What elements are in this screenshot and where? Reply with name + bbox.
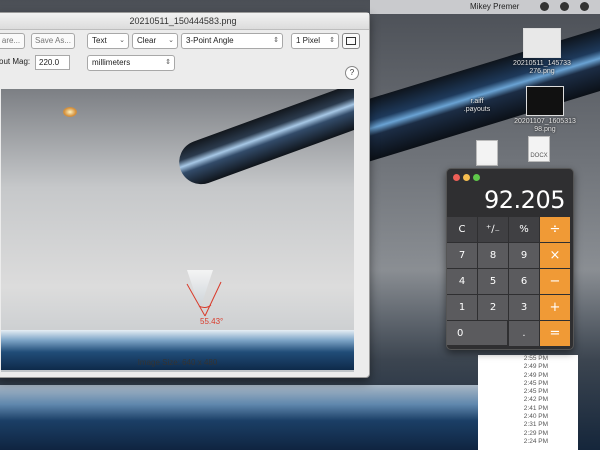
- file-thumbnail: [523, 28, 561, 58]
- share-button[interactable]: are...: [0, 33, 25, 49]
- digit-4-key[interactable]: 4: [447, 269, 478, 295]
- file-thumbnail: [526, 86, 564, 116]
- digit-2-key[interactable]: 2: [478, 295, 509, 321]
- text-select-value: Text: [92, 36, 107, 45]
- divide-key[interactable]: ÷: [540, 217, 571, 243]
- digit-8-key[interactable]: 8: [478, 243, 509, 269]
- time-entry: 2:31 PM: [523, 421, 548, 429]
- desktop-file-2[interactable]: 20201107_1605313 98.png: [505, 86, 585, 134]
- time-entry: 2:45 PM: [523, 379, 548, 387]
- chevron-down-icon: ⌄: [168, 37, 174, 44]
- percent-key[interactable]: %: [509, 217, 540, 243]
- tool-select[interactable]: 3-Point Angle ⇕: [181, 33, 283, 49]
- finder-date-column: 2:55 PM 2:49 PM 2:49 PM 2:45 PM 2:45 PM …: [478, 355, 578, 450]
- chevron-down-icon: ⌄: [119, 37, 125, 44]
- time-entry: 2:29 PM: [523, 429, 548, 437]
- time-entry: 2:49 PM: [523, 371, 548, 379]
- digit-9-key[interactable]: 9: [509, 243, 540, 269]
- digit-6-key[interactable]: 6: [509, 269, 540, 295]
- magnification-label: out Mag:: [0, 57, 31, 66]
- file-name-line2: .payouts: [463, 106, 491, 113]
- chevron-updown-icon: ⇕: [273, 37, 279, 44]
- equals-key[interactable]: =: [540, 321, 571, 347]
- angle-line-left: [186, 283, 206, 317]
- light-reflection: [63, 107, 77, 117]
- clear-key[interactable]: C: [447, 217, 478, 243]
- zoom-icon[interactable]: [473, 174, 480, 181]
- text-select[interactable]: Text ⌄: [87, 33, 129, 49]
- control-center-icon[interactable]: [580, 2, 589, 11]
- units-select[interactable]: millimeters ⇕: [87, 55, 175, 71]
- clear-select[interactable]: Clear ⌄: [132, 33, 178, 49]
- image-viewer-window: 20210511_150444583.png are... Save As...…: [0, 12, 370, 378]
- desktop-file-3[interactable]: r.aiff .payouts: [447, 98, 507, 114]
- file-name-line1: r.aiff: [470, 98, 484, 105]
- menu-user-name[interactable]: Mikey Premer: [470, 0, 519, 14]
- chevron-updown-icon: ⇕: [165, 59, 171, 66]
- toolbar-bottom: out Mag: 220.0 millimeters ⇕ ?: [0, 52, 369, 80]
- time-entry: 2:42 PM: [523, 396, 548, 404]
- docx-file-icon[interactable]: DOCX: [528, 136, 550, 162]
- calculator-window: 92.205 C ⁺∕₋ % ÷ 7 8 9 × 4 5 6 − 1 2 3 +…: [446, 168, 574, 350]
- digit-7-key[interactable]: 7: [447, 243, 478, 269]
- magnification-input[interactable]: 220.0: [35, 55, 70, 70]
- units-select-value: millimeters: [92, 58, 131, 67]
- angle-label: 55.43°: [200, 317, 224, 326]
- save-as-button[interactable]: Save As...: [31, 33, 75, 49]
- subtract-key[interactable]: −: [540, 269, 571, 295]
- window-title[interactable]: 20210511_150444583.png: [0, 13, 369, 30]
- minimize-icon[interactable]: [463, 174, 470, 181]
- calculator-display: 92.205: [484, 186, 565, 214]
- digit-0-key[interactable]: 0: [447, 321, 508, 346]
- menu-bar: Mikey Premer: [370, 0, 600, 14]
- docx-label: DOCX: [530, 153, 548, 159]
- add-key[interactable]: +: [540, 295, 571, 321]
- digit-1-key[interactable]: 1: [447, 295, 478, 321]
- time-entry: 2:49 PM: [523, 363, 548, 371]
- tool-select-value: 3-Point Angle: [186, 36, 234, 45]
- time-entry: 2:55 PM: [523, 355, 548, 362]
- fullscreen-icon[interactable]: [342, 33, 360, 49]
- toolbar-top: are... Save As... Text ⌄ Clear ⌄ 3-Point…: [0, 30, 369, 52]
- desktop-file-1[interactable]: 20210511_145733 276.png: [502, 28, 582, 76]
- line-width-select-value: 1 Pixel: [296, 36, 321, 45]
- time-entry: 2:41 PM: [523, 404, 548, 412]
- close-icon[interactable]: [453, 174, 460, 181]
- image-canvas[interactable]: 55.43°: [1, 89, 354, 372]
- angle-line-right: [204, 281, 222, 317]
- file-name-line2: 98.png: [534, 126, 556, 133]
- time-entry: 2:40 PM: [523, 413, 548, 421]
- decimal-key[interactable]: .: [509, 321, 540, 347]
- image-size-label: Image Size: 640 x 480: [137, 358, 218, 367]
- user-icon[interactable]: [560, 2, 569, 11]
- line-width-select[interactable]: 1 Pixel ⇕: [291, 33, 339, 49]
- digit-3-key[interactable]: 3: [509, 295, 540, 321]
- file-name-line2: 276.png: [529, 68, 555, 75]
- time-entry: 2:45 PM: [523, 388, 548, 396]
- file-name-line1: 20210511_145733: [513, 60, 571, 67]
- chevron-updown-icon: ⇕: [329, 37, 335, 44]
- digit-5-key[interactable]: 5: [478, 269, 509, 295]
- search-icon[interactable]: [540, 2, 549, 11]
- multiply-key[interactable]: ×: [540, 243, 571, 269]
- needle-image: [173, 89, 354, 191]
- help-button[interactable]: ?: [345, 66, 359, 80]
- clear-select-value: Clear: [137, 36, 157, 45]
- time-entry: 2:24 PM: [523, 437, 548, 445]
- background-surface-photo: [0, 385, 480, 450]
- sign-key[interactable]: ⁺∕₋: [478, 217, 509, 243]
- document-file-icon[interactable]: [476, 140, 498, 166]
- file-name-line1: 20201107_1605313: [514, 118, 576, 125]
